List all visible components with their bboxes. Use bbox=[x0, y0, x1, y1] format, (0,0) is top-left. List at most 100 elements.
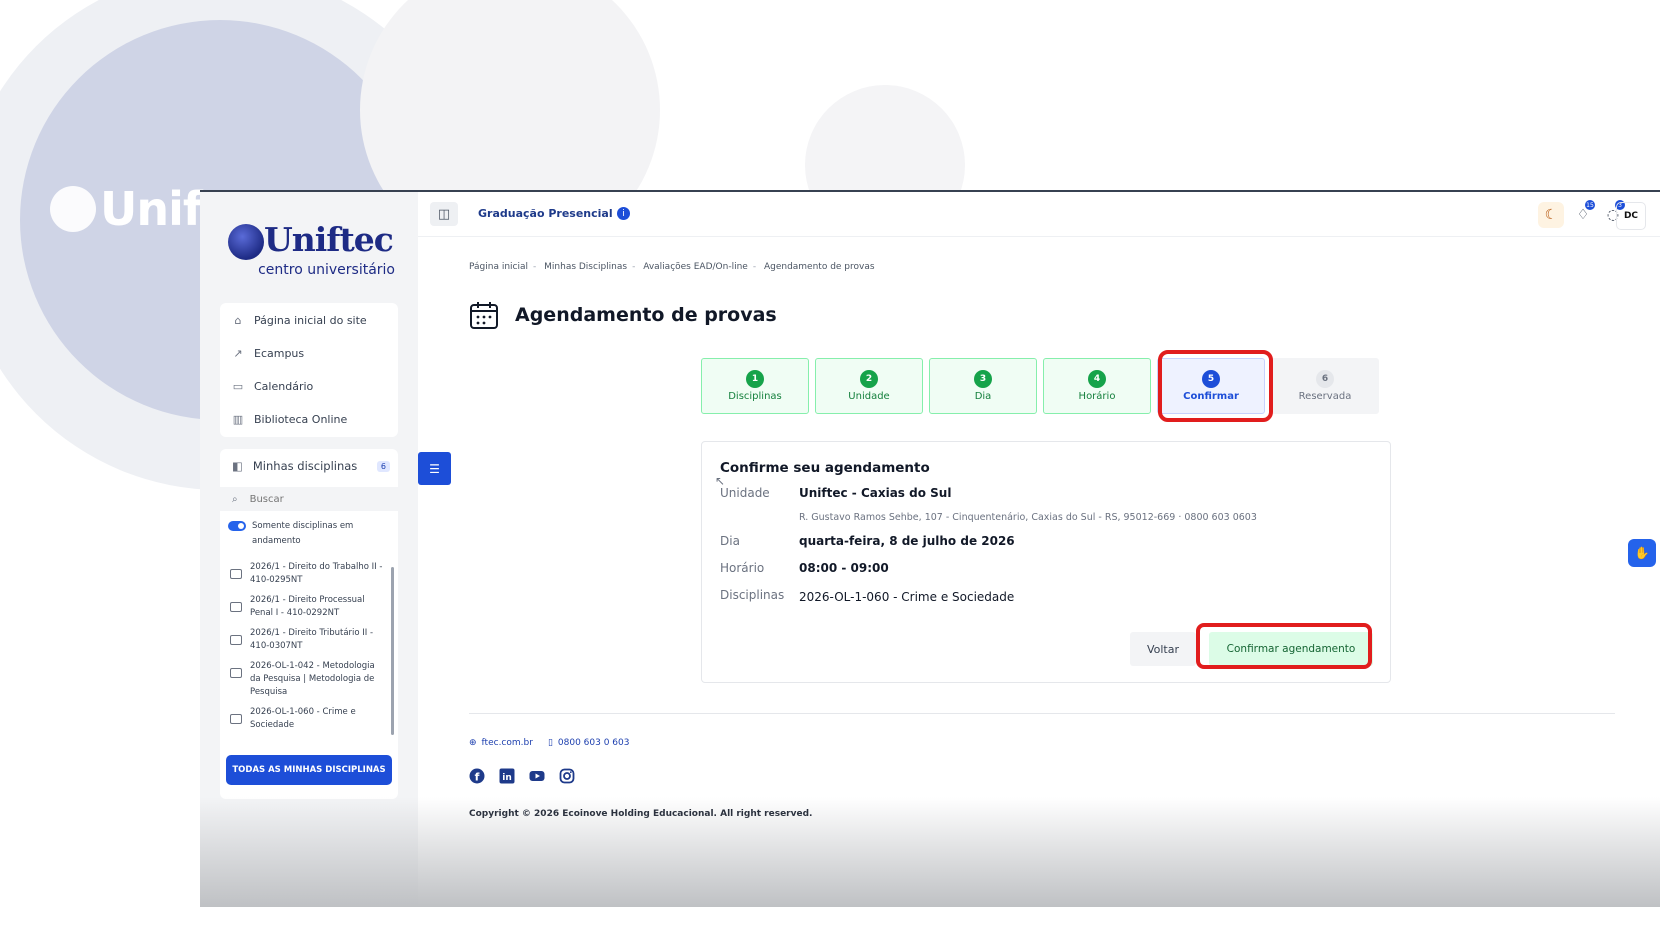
accessibility-icon[interactable]: ✋ bbox=[1628, 539, 1656, 567]
list-item[interactable]: 2026/1 - Direito Tributário II - 410-030… bbox=[220, 627, 398, 653]
ongoing-only-toggle-row[interactable]: Somente disciplinas em andamento bbox=[228, 519, 388, 549]
brand-name: Uniftec bbox=[264, 220, 394, 259]
course-level-title[interactable]: Graduação Presencial bbox=[478, 207, 613, 220]
ongoing-only-toggle[interactable] bbox=[228, 521, 246, 531]
sidebar-link-ecampus[interactable]: ↗ Ecampus bbox=[232, 347, 304, 360]
day-value: quarta-feira, 8 de julho de 2026 bbox=[799, 534, 1015, 548]
brand-tagline: centro universitário bbox=[258, 262, 395, 278]
time-value: 08:00 - 09:00 bbox=[799, 561, 889, 575]
disciplines-search: ⌕ bbox=[220, 487, 398, 511]
external-link-icon: ↗ bbox=[233, 347, 243, 360]
instagram-icon[interactable] bbox=[559, 768, 575, 784]
unit-address: R. Gustavo Ramos Sehbe, 107 - Cinquenten… bbox=[799, 512, 1257, 523]
phone-number[interactable]: 0800 603 0 603 bbox=[558, 738, 630, 748]
step-number: 6 bbox=[1316, 370, 1334, 388]
discipline-name: 2026/1 - Direito Tributário II - 410-030… bbox=[250, 628, 374, 651]
time-label: Horário bbox=[720, 561, 765, 575]
step-label: Dia bbox=[974, 391, 992, 402]
sidebar-link-calendar[interactable]: ▭ Calendário bbox=[232, 380, 313, 393]
breadcrumb-item[interactable]: Minhas Disciplinas bbox=[544, 262, 627, 272]
svg-text:f: f bbox=[475, 771, 480, 784]
book-icon: ◧ bbox=[232, 459, 243, 473]
disciplines-value: 2026-OL-1-060 - Crime e Sociedade bbox=[799, 590, 1015, 604]
course-icon bbox=[230, 569, 242, 579]
disciplines-list: 2026/1 - Direito do Trabalho II - 410-02… bbox=[220, 561, 398, 743]
list-item[interactable]: 2026-OL-1-042 - Metodologia da Pesquisa … bbox=[220, 660, 398, 699]
bell-icon[interactable]: ♢ 15 bbox=[1570, 200, 1596, 228]
unit-label: Unidade bbox=[720, 486, 770, 500]
dark-mode-icon[interactable]: ☾ bbox=[1538, 202, 1564, 228]
confirm-booking-button[interactable]: Confirmar agendamento bbox=[1209, 632, 1373, 666]
user-avatar[interactable]: DC bbox=[1616, 202, 1646, 230]
sidebar-link-home[interactable]: ⌂ Página inicial do site bbox=[232, 314, 367, 327]
discipline-name: 2026/1 - Direito Processual Penal I - 41… bbox=[250, 595, 365, 618]
youtube-icon[interactable] bbox=[529, 768, 545, 784]
breadcrumb-item[interactable]: Página inicial bbox=[469, 262, 528, 272]
calendar-icon: ▭ bbox=[232, 380, 244, 393]
quick-links-card: ⌂ Página inicial do site ↗ Ecampus ▭ Cal… bbox=[220, 303, 398, 437]
sidebar: Uniftec centro universitário ⌂ Página in… bbox=[200, 192, 418, 907]
step-label: Unidade bbox=[848, 391, 890, 402]
page-header: Agendamento de provas bbox=[469, 300, 777, 330]
website-link[interactable]: ftec.com.br bbox=[482, 738, 533, 748]
step-reservada: 6 Reservada bbox=[1271, 358, 1379, 414]
library-icon: ▥ bbox=[232, 413, 244, 426]
top-bar: ◫ Graduação Presencial i ☾ ♢ 15 ◌ 3 DC bbox=[418, 192, 1660, 237]
disciplines-scrollbar[interactable] bbox=[391, 567, 394, 735]
sidebar-link-label: Calendário bbox=[254, 380, 314, 393]
course-icon bbox=[230, 668, 242, 678]
sidebar-link-library[interactable]: ▥ Biblioteca Online bbox=[232, 413, 347, 426]
phone-icon: ▯ bbox=[547, 738, 553, 748]
main-content: ◫ Graduação Presencial i ☾ ♢ 15 ◌ 3 DC ☰… bbox=[418, 192, 1660, 907]
step-dia[interactable]: 3 Dia bbox=[929, 358, 1037, 414]
step-confirmar[interactable]: 5 Confirmar bbox=[1157, 358, 1265, 414]
step-horario[interactable]: 4 Horário bbox=[1043, 358, 1151, 414]
confirm-booking-card: Confirme seu agendamento Unidade Uniftec… bbox=[701, 441, 1391, 683]
disciplines-card: ◧ Minhas disciplinas 6 ⌕ Somente discipl… bbox=[220, 449, 398, 799]
list-item[interactable]: 2026/1 - Direito Processual Penal I - 41… bbox=[220, 594, 398, 620]
footer-divider bbox=[469, 713, 1615, 714]
app-window: Uniftec centro universitário ⌂ Página in… bbox=[200, 190, 1660, 907]
back-button[interactable]: Voltar bbox=[1130, 632, 1196, 666]
step-label: Reservada bbox=[1298, 391, 1352, 402]
booking-stepper: 1 Disciplinas 2 Unidade 3 Dia 4 Horário … bbox=[701, 358, 1379, 414]
step-number: 3 bbox=[974, 370, 992, 388]
disciplines-header[interactable]: ◧ Minhas disciplinas 6 bbox=[232, 459, 390, 473]
svg-text:in: in bbox=[502, 773, 512, 783]
step-number: 5 bbox=[1202, 370, 1220, 388]
footer-contact: ⊕ ftec.com.br ▯ 0800 603 0 603 bbox=[469, 738, 634, 748]
step-label: Confirmar bbox=[1183, 391, 1239, 402]
all-disciplines-button[interactable]: TODAS AS MINHAS DISCIPLINAS bbox=[226, 755, 392, 785]
search-icon: ⌕ bbox=[232, 493, 238, 505]
sidebar-link-label: Biblioteca Online bbox=[254, 413, 348, 426]
step-label: Disciplinas bbox=[728, 391, 782, 402]
sidebar-link-label: Ecampus bbox=[254, 347, 305, 360]
uniftec-logo[interactable]: Uniftec centro universitário bbox=[228, 220, 395, 280]
step-label: Horário bbox=[1078, 391, 1116, 402]
discipline-name: 2026-OL-1-042 - Metodologia da Pesquisa … bbox=[250, 661, 375, 697]
unit-value: Uniftec - Caxias do Sul bbox=[799, 486, 952, 500]
step-number: 1 bbox=[746, 370, 764, 388]
disciplines-count-badge: 6 bbox=[376, 460, 390, 472]
mouse-cursor-icon: ↖ bbox=[715, 474, 726, 488]
discipline-name: 2026/1 - Direito do Trabalho II - 410-02… bbox=[250, 562, 383, 585]
calendar-icon bbox=[470, 302, 498, 329]
ongoing-only-label: Somente disciplinas em andamento bbox=[252, 521, 354, 546]
info-icon[interactable]: i bbox=[617, 207, 630, 220]
confirm-title: Confirme seu agendamento bbox=[720, 460, 930, 476]
disciplines-label: Disciplinas bbox=[720, 588, 785, 602]
step-disciplinas[interactable]: 1 Disciplinas bbox=[701, 358, 809, 414]
linkedin-icon[interactable]: in bbox=[499, 768, 515, 784]
facebook-icon[interactable]: f bbox=[469, 768, 485, 784]
social-links: f in bbox=[469, 768, 575, 784]
disciplines-search-input[interactable] bbox=[247, 492, 382, 506]
step-unidade[interactable]: 2 Unidade bbox=[815, 358, 923, 414]
drawer-toggle-icon[interactable]: ☰ bbox=[418, 452, 451, 485]
globe-icon: ⊕ bbox=[469, 738, 477, 748]
breadcrumb-item[interactable]: Avaliações EAD/On-line bbox=[643, 262, 748, 272]
list-item[interactable]: 2026-OL-1-060 - Crime e Sociedade bbox=[220, 706, 398, 732]
background-logo: Unift bbox=[50, 182, 224, 236]
sidebar-toggle-icon[interactable]: ◫ bbox=[430, 202, 458, 226]
list-item[interactable]: 2026/1 - Direito do Trabalho II - 410-02… bbox=[220, 561, 398, 587]
home-icon: ⌂ bbox=[234, 314, 242, 327]
